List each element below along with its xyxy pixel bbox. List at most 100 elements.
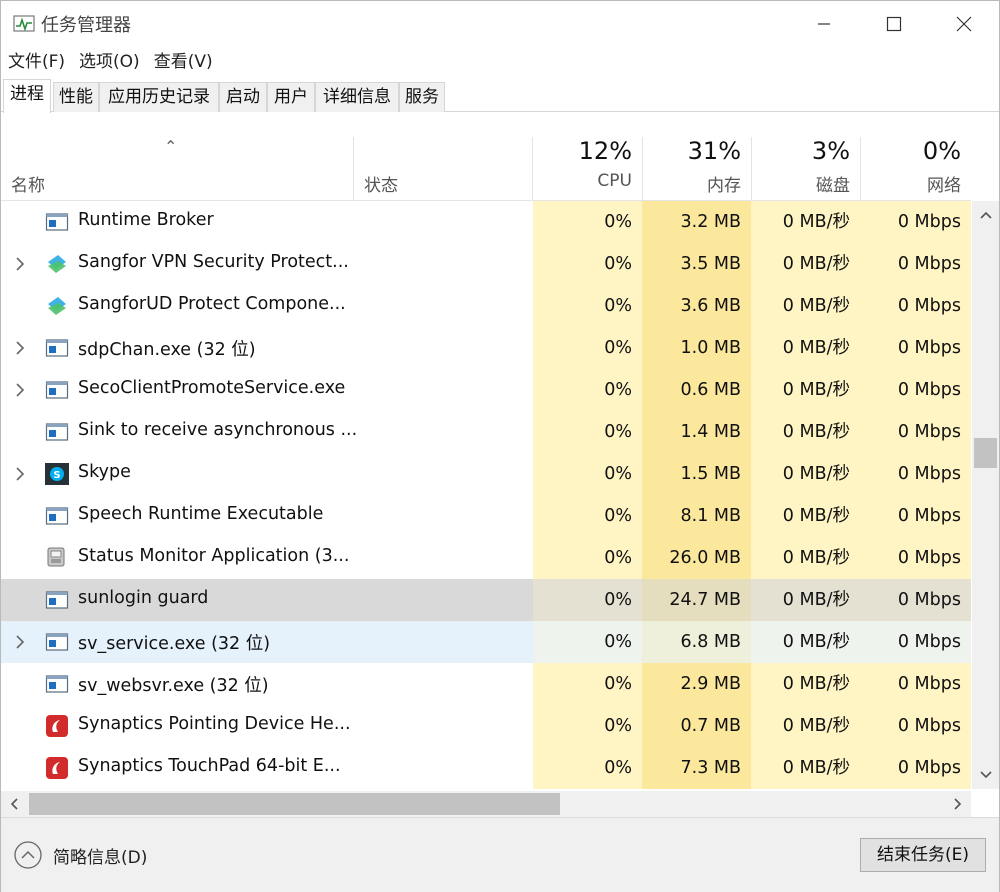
process-name: sv_websvr.exe (32 位) [78,676,269,696]
end-task-button[interactable]: 结束任务(E) [860,838,986,872]
tab-startup[interactable]: 启动 [219,82,267,112]
column-disk[interactable]: 3% 磁盘 [751,137,860,201]
process-row[interactable]: Status Monitor Application (3... 0% 26.0 M… [1,537,971,579]
process-row[interactable]: S Skype 0% 1.5 MB 0 MB/秒 0 Mbps [1,453,971,495]
process-row[interactable]: sv_websvr.exe (32 位) 0% 2.9 MB 0 MB/秒 0 Mbps [1,663,971,705]
process-network: 0 Mbps [860,537,971,579]
maximize-button[interactable] [859,1,929,47]
process-row[interactable]: sdpChan.exe (32 位) 0% 1.0 MB 0 MB/秒 0 Mbps [1,327,971,369]
process-cpu: 0% [533,621,642,663]
menu-options[interactable]: 选项(O) [72,47,147,77]
svg-text:S: S [53,470,60,481]
column-network[interactable]: 0% 网络 [860,137,971,201]
vertical-scroll-thumb[interactable] [974,438,997,468]
process-disk: 0 MB/秒 [751,453,860,495]
expand-chevron-icon[interactable] [13,464,27,484]
process-cpu: 0% [533,663,642,705]
maximize-icon [886,16,902,32]
process-cpu: 0% [533,411,642,453]
expand-chevron-icon[interactable] [13,632,27,652]
generic-app-icon [45,211,69,233]
close-button[interactable] [929,1,999,47]
process-row[interactable]: Synaptics Pointing Device He... 0% 0.7 MB 0… [1,705,971,747]
scroll-down-button[interactable] [972,761,999,789]
process-name: Synaptics Pointing Device He... [78,714,351,734]
process-cpu: 0% [533,243,642,285]
process-disk: 0 MB/秒 [751,579,860,621]
minimize-button[interactable] [789,1,859,47]
sort-ascending-icon: ⌃ [164,137,178,156]
skype-icon: S [45,463,69,485]
process-network: 0 Mbps [860,327,971,369]
fewer-details-label: 简略信息(D) [53,847,148,868]
process-row[interactable]: Runtime Broker 0% 3.2 MB 0 MB/秒 0 Mbps [1,201,971,243]
process-network: 0 Mbps [860,495,971,537]
process-disk: 0 MB/秒 [751,201,860,243]
process-memory: 6.8 MB [642,621,751,663]
process-row[interactable]: SecoClientPromoteService.exe 0% 0.6 MB 0 MB… [1,369,971,411]
column-memory[interactable]: 31% 内存 [642,137,751,201]
column-name[interactable]: ⌃ 名称 [1,137,353,201]
process-name: Synaptics TouchPad 64-bit E... [78,756,341,776]
process-cpu: 0% [533,747,642,789]
expand-chevron-icon[interactable] [13,254,27,274]
process-name: sdpChan.exe (32 位) [78,340,256,360]
task-manager-icon [13,15,35,32]
process-name: Skype [78,462,131,482]
process-row[interactable]: Sangfor VPN Security Protect... 0% 3.5 MB 0… [1,243,971,285]
cpu-total-percent: 12% [578,137,632,165]
process-cpu: 0% [533,537,642,579]
tab-processes[interactable]: 进程 [3,79,51,113]
menu-file[interactable]: 文件(F) [1,47,72,77]
process-network: 0 Mbps [860,579,971,621]
tab-app-history[interactable]: 应用历史记录 [99,82,219,112]
tab-details[interactable]: 详细信息 [315,82,399,112]
process-row[interactable]: SangforUD Protect Compone... 0% 3.6 MB 0 MB… [1,285,971,327]
process-network: 0 Mbps [860,369,971,411]
process-row[interactable]: Synaptics TouchPad 64-bit E... 0% 7.3 MB 0 … [1,747,971,789]
expand-chevron-icon[interactable] [13,380,27,400]
expand-chevron-icon[interactable] [13,338,27,358]
process-row[interactable]: Sink to receive asynchronous ... 0% 1.4 MB… [1,411,971,453]
tab-services[interactable]: 服务 [399,82,445,112]
title-bar: 任务管理器 [1,1,999,47]
generic-app-icon [45,379,69,401]
process-network: 0 Mbps [860,747,971,789]
process-memory: 26.0 MB [642,537,751,579]
horizontal-scrollbar[interactable] [1,791,971,817]
process-cpu: 0% [533,495,642,537]
tab-performance[interactable]: 性能 [53,82,99,112]
process-name: Status Monitor Application (3... [78,546,350,566]
process-name: SecoClientPromoteService.exe [78,378,346,398]
process-row[interactable]: Speech Runtime Executable 0% 8.1 MB 0 MB/秒 0… [1,495,971,537]
process-memory: 8.1 MB [642,495,751,537]
scroll-right-button[interactable] [945,791,971,817]
menu-view[interactable]: 查看(V) [147,47,220,77]
process-cpu: 0% [533,369,642,411]
minimize-icon [818,23,830,25]
vertical-scrollbar[interactable] [972,201,999,789]
process-row[interactable]: sv_service.exe (32 位) 0% 6.8 MB 0 MB/秒 0 Mbp… [1,621,971,663]
process-row[interactable]: sunlogin guard 0% 24.7 MB 0 MB/秒 0 Mbps [1,579,971,621]
process-cpu: 0% [533,579,642,621]
memory-total-percent: 31% [687,137,741,165]
process-name: Sink to receive asynchronous ... [78,420,358,440]
process-cpu: 0% [533,327,642,369]
fewer-details-toggle[interactable]: 简略信息(D) [13,840,147,870]
scroll-up-button[interactable] [972,201,999,229]
generic-app-icon [45,505,69,527]
process-memory: 3.2 MB [642,201,751,243]
chevron-up-icon [979,211,992,219]
tab-users[interactable]: 用户 [267,82,315,112]
chevron-right-icon [954,798,962,810]
scroll-left-button[interactable] [1,791,27,817]
horizontal-scroll-thumb[interactable] [29,793,560,815]
column-status[interactable]: 状态 [354,137,533,201]
column-cpu[interactable]: 12% CPU [533,137,642,201]
column-header: ⌃ 名称 状态 12% CPU 31% 内存 3% 磁盘 0% 网络 [1,137,971,201]
menu-bar: 文件(F) 选项(O) 查看(V) [1,47,220,77]
process-disk: 0 MB/秒 [751,495,860,537]
process-network: 0 Mbps [860,201,971,243]
column-disk-label: 磁盘 [816,176,850,196]
process-network: 0 Mbps [860,411,971,453]
